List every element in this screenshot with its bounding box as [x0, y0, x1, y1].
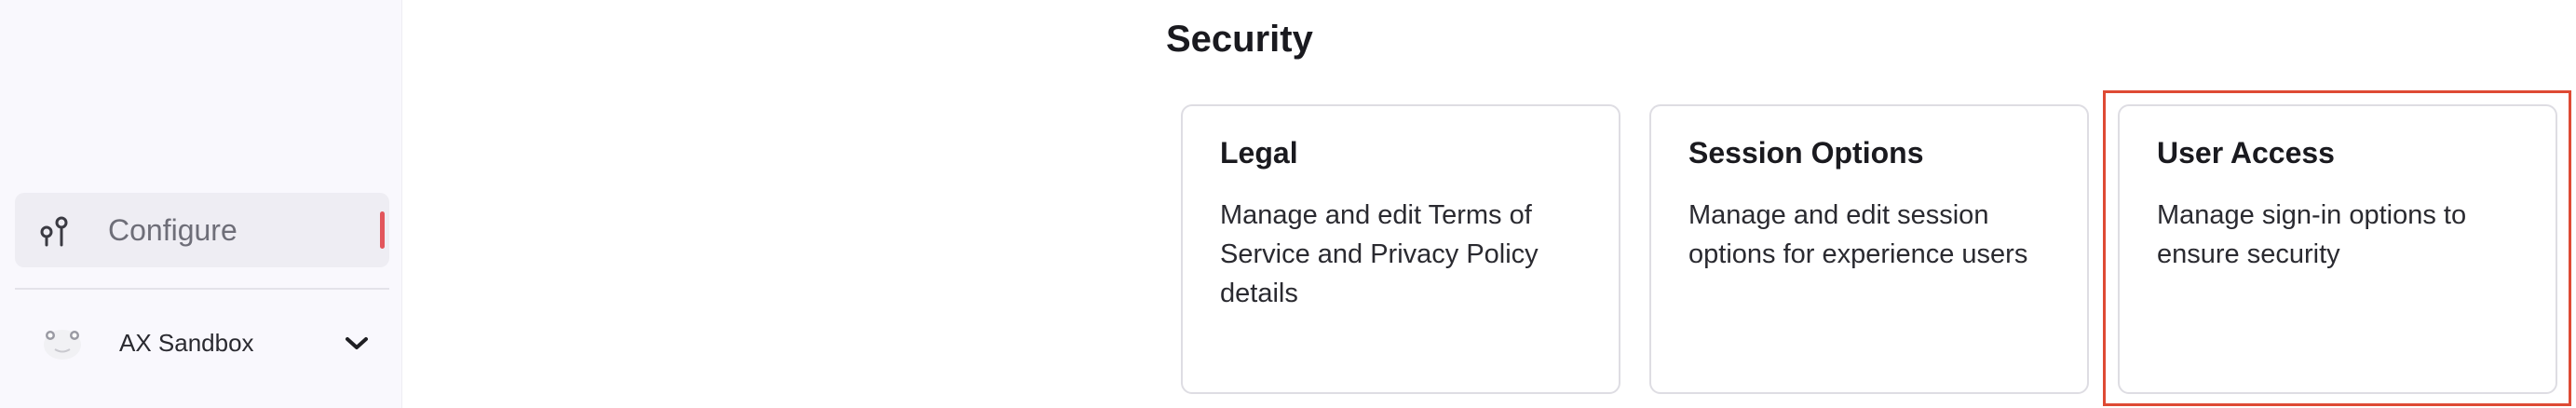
sidebar-item-label: Configure: [108, 213, 237, 247]
card-legal[interactable]: Legal Manage and edit Terms of Service a…: [1181, 104, 1620, 394]
section-title: Security: [1166, 19, 1313, 60]
card-description: Manage and edit session options for expe…: [1688, 200, 2028, 269]
workspace-name: AX Sandbox: [119, 329, 254, 357]
chevron-down-icon[interactable]: [343, 332, 371, 354]
card-title: Legal: [1220, 136, 1298, 170]
avatar: [41, 324, 84, 361]
sidebar-divider: [15, 288, 389, 290]
card-description: Manage sign-in options to ensure securit…: [2157, 200, 2467, 269]
workspace-switcher[interactable]: AX Sandbox: [15, 313, 389, 373]
sidebar: Configure AX Sandbox: [0, 0, 402, 408]
card-session-options[interactable]: Session Options Manage and edit session …: [1649, 104, 2089, 394]
card-title: User Access: [2157, 136, 2335, 170]
sidebar-item-configure[interactable]: Configure: [15, 193, 389, 267]
active-marker: [380, 211, 385, 249]
card-description: Manage and edit Terms of Service and Pri…: [1220, 200, 1539, 308]
sliders-icon: [37, 213, 71, 247]
card-title: Session Options: [1688, 136, 1924, 170]
card-user-access[interactable]: User Access Manage sign-in options to en…: [2118, 104, 2557, 394]
